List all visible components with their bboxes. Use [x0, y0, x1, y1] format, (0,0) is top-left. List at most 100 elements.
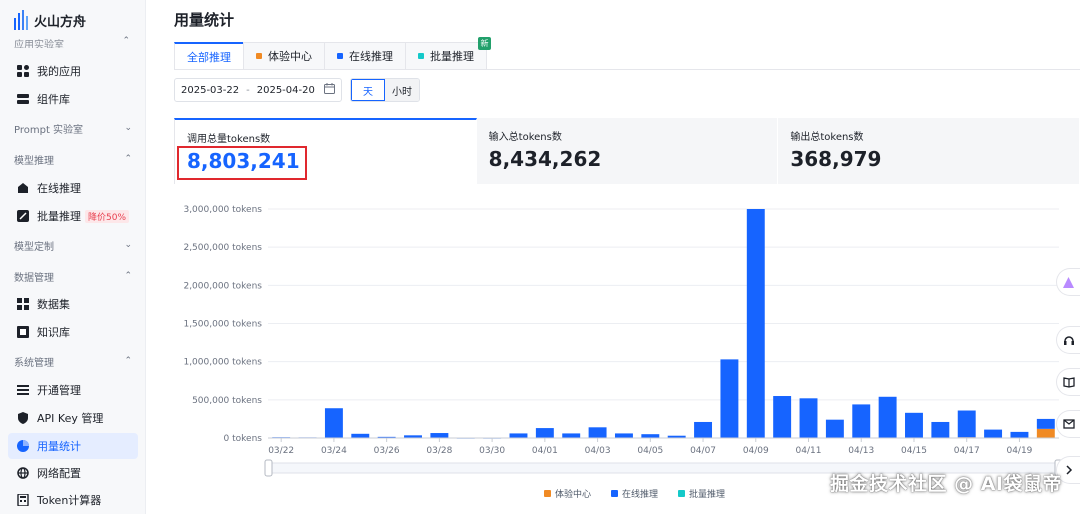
- bar-04-16-series-1[interactable]: [931, 421, 950, 438]
- component-icon: [16, 93, 29, 106]
- bar-04-20-series-0[interactable]: [1036, 428, 1055, 438]
- tab-batch-inference[interactable]: 批量推理 新: [405, 37, 491, 70]
- bar-04-13-series-1[interactable]: [852, 404, 871, 438]
- bar-04-08-series-1[interactable]: [720, 359, 739, 438]
- mail-icon[interactable]: [1056, 410, 1080, 438]
- sidebar-item-my-apps[interactable]: 我的应用: [8, 58, 138, 84]
- x-tick-label: 04/13: [848, 446, 874, 456]
- sidebar-item-activation[interactable]: 开通管理: [8, 377, 138, 403]
- calendar-icon[interactable]: [324, 83, 335, 97]
- sidebar-group-label: 数据管理: [14, 272, 54, 284]
- main-content: 用量统计 全部推理 体验中心 在线推理 批量推理 新 2025-03-22 -: [150, 0, 1080, 514]
- stat-value: 8,434,262: [488, 147, 602, 171]
- bar-04-09-series-1[interactable]: [746, 209, 765, 438]
- zoom-slider-left-handle[interactable]: [264, 459, 273, 477]
- sidebar-item-batch-inference[interactable]: 批量推理 降价50%: [8, 203, 138, 229]
- bar-04-19-series-1[interactable]: [1010, 431, 1029, 438]
- assistant-icon[interactable]: [1056, 268, 1080, 296]
- y-tick-label: 500,000 tokens: [192, 396, 262, 406]
- granularity-hour-button[interactable]: 小时: [385, 79, 419, 101]
- stat-card-total[interactable]: 调用总量tokens数 8,803,241: [174, 118, 477, 184]
- bar-04-03-series-1[interactable]: [588, 427, 607, 438]
- cyan-dot-icon: [418, 53, 424, 59]
- inference-tabs: 全部推理 体验中心 在线推理 批量推理 新: [174, 37, 491, 70]
- sidebar-item-network[interactable]: 网络配置: [8, 460, 138, 486]
- x-tick-label: 04/01: [532, 446, 558, 456]
- legend-label[interactable]: 体验中心: [555, 488, 591, 500]
- sidebar-group-label: Prompt 实验室: [14, 124, 84, 136]
- y-tick-label: 0 tokens: [224, 434, 263, 444]
- x-tick-label: 03/26: [374, 446, 400, 456]
- sidebar-item-usage[interactable]: 用量统计: [8, 433, 138, 459]
- apps-icon: [16, 65, 29, 78]
- sidebar-item-label: 在线推理: [37, 182, 81, 195]
- legend-swatch[interactable]: [544, 490, 551, 497]
- volcano-logo-icon: [14, 10, 28, 30]
- sidebar-item-token-calculator[interactable]: Token计算器: [8, 487, 138, 513]
- sidebar: 火山方舟 应用实验室 ⌃ 我的应用 组件库 Prompt 实验室 ⌄ 模型推理 …: [0, 0, 146, 514]
- bar-04-02-series-1[interactable]: [562, 433, 581, 438]
- granularity-day-button[interactable]: 天: [351, 79, 385, 101]
- bar-04-11-series-1[interactable]: [799, 398, 818, 438]
- sidebar-item-label: 用量统计: [37, 440, 81, 453]
- bar-04-05-series-1[interactable]: [641, 434, 660, 438]
- granularity-toggle: 天 小时: [350, 78, 420, 102]
- bar-03-31-series-1[interactable]: [509, 433, 528, 438]
- blue-dot-icon: [337, 53, 343, 59]
- x-tick-label: 04/09: [743, 446, 769, 456]
- bar-04-04-series-1[interactable]: [614, 433, 633, 438]
- legend-label[interactable]: 在线推理: [622, 488, 658, 500]
- end-date[interactable]: 2025-04-20: [257, 85, 315, 96]
- bar-04-12-series-1[interactable]: [825, 419, 844, 438]
- legend-swatch[interactable]: [678, 490, 685, 497]
- start-date[interactable]: 2025-03-22: [181, 85, 239, 96]
- new-badge: 新: [478, 37, 491, 50]
- y-tick-label: 1,500,000 tokens: [183, 320, 262, 330]
- sidebar-item-api-key[interactable]: API Key 管理: [8, 405, 138, 431]
- date-range-picker[interactable]: 2025-03-22 - 2025-04-20: [174, 78, 342, 102]
- bar-03-25-series-1[interactable]: [351, 433, 370, 438]
- bar-04-07-series-1[interactable]: [694, 421, 713, 438]
- sidebar-item-label: 知识库: [37, 326, 70, 339]
- sidebar-group-model-custom[interactable]: 模型定制 ⌄: [14, 237, 132, 253]
- bar-03-24-series-1[interactable]: [324, 408, 343, 438]
- sidebar-group-model-inference[interactable]: 模型推理 ⌃: [14, 151, 132, 167]
- tab-online-inference[interactable]: 在线推理: [324, 42, 405, 70]
- sidebar-item-knowledge[interactable]: 知识库: [8, 319, 138, 345]
- sidebar-item-label: 组件库: [37, 93, 70, 106]
- bar-04-18-series-1[interactable]: [984, 429, 1003, 438]
- sidebar-group-system[interactable]: 系统管理 ⌃: [14, 353, 132, 369]
- sidebar-item-label: 我的应用: [37, 65, 81, 78]
- chevron-up-icon: ⌃: [124, 271, 132, 281]
- legend-label[interactable]: 批量推理: [689, 488, 725, 500]
- y-tick-label: 3,000,000 tokens: [183, 205, 262, 215]
- x-tick-label: 03/28: [426, 446, 452, 456]
- tab-experience-center[interactable]: 体验中心: [243, 42, 324, 70]
- bar-04-01-series-1[interactable]: [535, 428, 554, 438]
- orange-dot-icon: [256, 53, 262, 59]
- bar-04-10-series-1[interactable]: [773, 396, 792, 438]
- x-tick-label: 04/05: [637, 446, 663, 456]
- sidebar-group-data-management[interactable]: 数据管理 ⌃: [14, 268, 132, 284]
- bar-04-20-series-1[interactable]: [1036, 418, 1055, 429]
- chevron-down-icon: ⌄: [124, 123, 132, 133]
- sidebar-group-prompt-lab[interactable]: Prompt 实验室 ⌄: [14, 120, 132, 136]
- sidebar-item-online-inference[interactable]: 在线推理: [8, 175, 138, 201]
- stat-value: 368,979: [790, 147, 882, 171]
- bar-04-15-series-1[interactable]: [905, 412, 923, 438]
- brand[interactable]: 火山方舟: [14, 8, 86, 32]
- bar-03-28-series-1[interactable]: [430, 433, 449, 438]
- headset-icon[interactable]: [1056, 326, 1080, 354]
- bar-04-14-series-1[interactable]: [878, 396, 897, 438]
- sidebar-item-dataset[interactable]: 数据集: [8, 291, 138, 317]
- stat-card-input[interactable]: 输入总tokens数 8,434,262: [476, 118, 779, 184]
- bar-04-17-series-1[interactable]: [957, 410, 976, 438]
- stat-card-output[interactable]: 输出总tokens数 368,979: [778, 118, 1080, 184]
- chevron-up-icon: ⌃: [122, 36, 130, 46]
- legend-swatch[interactable]: [611, 490, 618, 497]
- tab-all-inference[interactable]: 全部推理: [174, 42, 243, 70]
- book-icon[interactable]: [1056, 368, 1080, 396]
- sidebar-group-app-lab[interactable]: 应用实验室 ⌃: [14, 36, 134, 48]
- usage-chart-area: 0 tokens 500,000 tokens 1,000,000 tokens 1,…: [174, 196, 1080, 514]
- sidebar-item-components[interactable]: 组件库: [8, 86, 138, 112]
